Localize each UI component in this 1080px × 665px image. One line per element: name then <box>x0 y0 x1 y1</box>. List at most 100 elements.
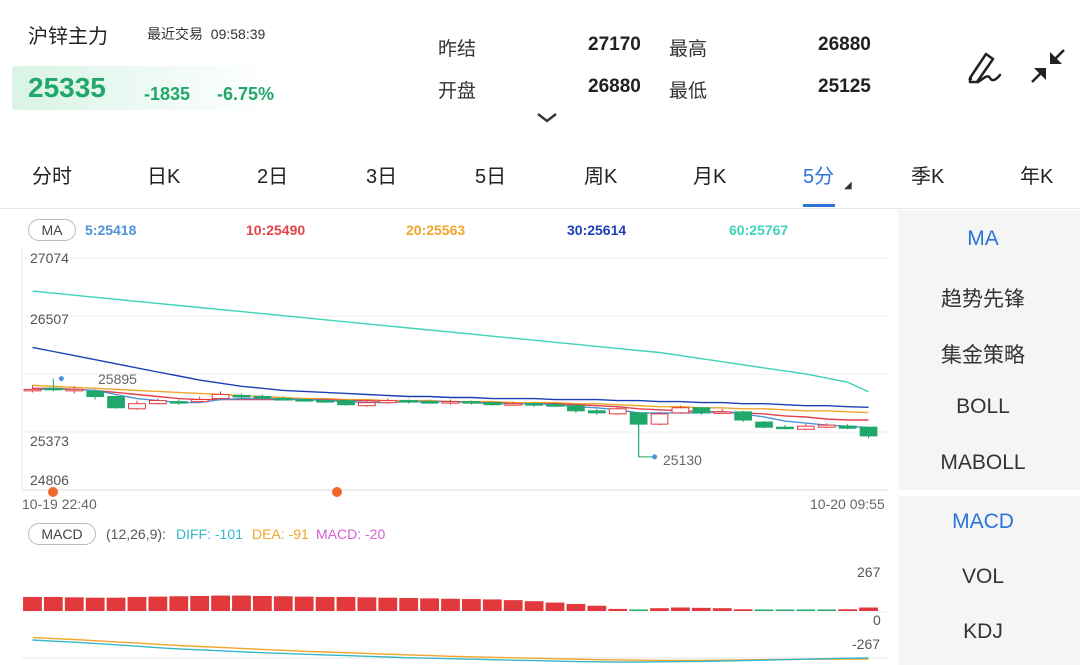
candle-body <box>316 400 334 403</box>
candle-body <box>149 400 167 405</box>
macd-bar <box>127 596 147 611</box>
candle-body <box>65 388 84 392</box>
dropdown-triangle-icon[interactable]: ◢ <box>844 180 852 191</box>
stat-label-high: 最高 <box>669 39 708 60</box>
candle-body <box>441 401 460 404</box>
candle-body <box>295 399 314 402</box>
macd-bar <box>461 599 481 611</box>
candle-body <box>462 401 481 404</box>
indicator-boll[interactable]: BOLL <box>898 395 1068 419</box>
macd-bar <box>817 609 837 611</box>
macd-bar <box>232 595 251 611</box>
indicator-trend-pioneer[interactable]: 趋势先锋 <box>898 283 1068 313</box>
macd-legend-pill[interactable]: MACD <box>28 523 96 545</box>
indicator-ma[interactable]: MA <box>898 227 1068 251</box>
ma60-line <box>32 290 869 393</box>
stat-label-open: 开盘 <box>438 81 477 102</box>
macd-bar <box>399 598 419 611</box>
macd-bar <box>524 601 544 611</box>
macd-diff-line <box>32 639 869 663</box>
macd-bar <box>294 596 314 611</box>
candle-body <box>671 407 690 414</box>
macd-bar <box>64 597 84 611</box>
macd-bar <box>211 595 230 611</box>
macd-bar <box>733 609 753 611</box>
macd-bar <box>357 597 377 611</box>
macd-bar <box>336 596 356 611</box>
candle-body <box>567 405 585 412</box>
macd-dea-value: DEA: -91 <box>252 526 309 542</box>
candle-body <box>86 390 105 398</box>
macd-bar <box>545 602 565 611</box>
last-price: 25335 <box>28 72 106 103</box>
session-dot <box>332 487 342 497</box>
macd-bar <box>859 607 878 611</box>
candle-body <box>713 411 732 414</box>
low-marker-dot <box>652 454 658 460</box>
candle-body <box>232 394 251 398</box>
kline-y-tick-top: 27074 <box>30 250 69 266</box>
chevron-down-icon[interactable] <box>536 108 558 129</box>
macd-bar <box>838 609 858 611</box>
macd-bar <box>273 596 293 611</box>
indicator-kdj[interactable]: KDJ <box>898 620 1068 644</box>
macd-bar <box>23 596 42 611</box>
low-marker-label: 25130 <box>663 452 702 468</box>
candle-body <box>169 401 188 404</box>
macd-bar <box>671 607 690 611</box>
tab-2-day[interactable]: 2日 <box>257 160 288 189</box>
kline-chart[interactable] <box>0 210 898 665</box>
macd-bar <box>252 595 272 611</box>
indicator-macd[interactable]: MACD <box>898 510 1068 534</box>
macd-macd-value: MACD: -20 <box>316 526 386 542</box>
macd-bar <box>608 608 628 611</box>
tab-yearly-k[interactable]: 年K <box>1020 160 1053 189</box>
stat-value-high: 26880 <box>818 34 871 55</box>
tab-monthly-k[interactable]: 月K <box>693 160 726 189</box>
candle-body <box>107 396 125 409</box>
indicator-maboll[interactable]: MABOLL <box>898 451 1068 475</box>
macd-bar <box>482 599 502 611</box>
low-marker-leader <box>638 424 655 458</box>
tab-3-day[interactable]: 3日 <box>366 160 397 189</box>
kline-y-tick-bottom: 24806 <box>30 472 69 488</box>
candle-body <box>23 388 42 392</box>
indicator-vol[interactable]: VOL <box>898 565 1068 589</box>
candle-body <box>776 426 794 430</box>
tab-5-min[interactable]: 5分 <box>803 160 834 189</box>
stat-value-open: 26880 <box>588 76 641 97</box>
tab-quarterly-k[interactable]: 季K <box>911 160 944 189</box>
macd-bar <box>169 596 189 611</box>
candle-body <box>378 400 397 404</box>
macd-bar <box>148 596 168 611</box>
macd-bar <box>503 600 523 611</box>
kline-y-tick-3: 25373 <box>30 433 69 449</box>
tab-5-day[interactable]: 5日 <box>475 160 506 189</box>
macd-diff-value: DIFF: -101 <box>176 526 243 542</box>
tab-weekly-k[interactable]: 周K <box>584 160 617 189</box>
last-trade-label: 最近交易 <box>147 26 203 42</box>
stat-label-prev-settle: 昨结 <box>438 39 477 60</box>
candle-body <box>629 412 648 425</box>
macd-bar <box>650 608 669 611</box>
macd-params: (12,26,9): <box>106 526 166 542</box>
tab-timeshare[interactable]: 分时 <box>32 160 72 189</box>
macd-bar <box>587 605 607 611</box>
collapse-icon[interactable] <box>1026 44 1070 88</box>
candle-body <box>504 403 523 406</box>
candle-body <box>587 410 606 414</box>
macd-bar <box>85 597 105 611</box>
tab-daily-k[interactable]: 日K <box>147 160 180 189</box>
macd-y-tick-top: 267 <box>857 564 881 580</box>
candle-body <box>337 400 355 406</box>
edit-icon[interactable] <box>960 44 1004 88</box>
indicator-panel-separator <box>898 490 1080 496</box>
macd-y-tick-bottom: -267 <box>852 636 881 652</box>
contract-title: 沪锌主力 <box>28 26 108 48</box>
indicator-fund-strategy[interactable]: 集金策略 <box>898 339 1068 369</box>
macd-bar <box>712 608 732 611</box>
candle-body <box>420 401 439 404</box>
candle-body <box>817 424 836 428</box>
candle-body <box>650 413 669 425</box>
high-marker-dot <box>58 376 64 382</box>
